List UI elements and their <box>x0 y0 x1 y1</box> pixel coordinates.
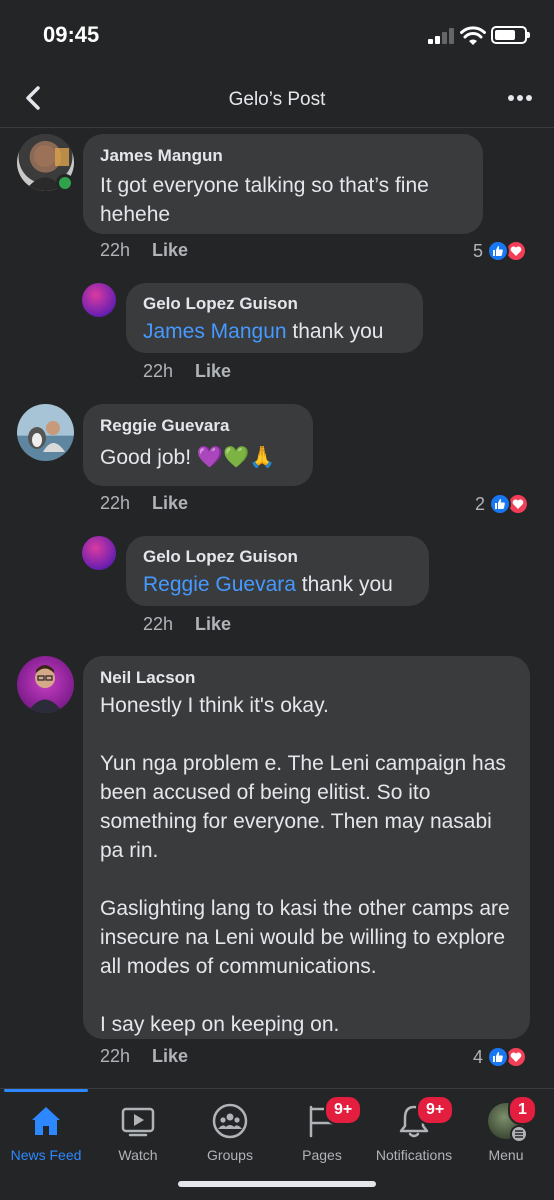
page-title: Gelo’s Post <box>228 89 326 110</box>
reaction-count: 2 <box>475 493 486 514</box>
tab-label: Notifications <box>375 1147 453 1163</box>
status-bar: 09:45 <box>0 0 554 70</box>
comment-bubble[interactable]: Neil Lacson Honestly I think it's okay. … <box>83 656 530 1039</box>
mention-link[interactable]: Reggie Guevara <box>143 573 296 596</box>
tab-label: Pages <box>302 1147 342 1163</box>
tab-label: Watch <box>118 1147 158 1163</box>
avatar[interactable] <box>17 404 74 461</box>
comment-text: James Mangun thank you <box>143 317 407 346</box>
tab-menu[interactable]: 1 Menu <box>460 1089 552 1169</box>
online-status-dot <box>56 174 74 192</box>
like-button[interactable]: Like <box>152 493 188 513</box>
reply-text: thank you <box>286 320 384 343</box>
tab-groups[interactable]: Groups <box>184 1089 276 1169</box>
person-with-dog-icon <box>28 421 65 452</box>
like-reaction-icon <box>487 240 510 262</box>
comment-bubble[interactable]: James Mangun It got everyone talking so … <box>83 134 483 234</box>
person-icon <box>27 665 63 713</box>
comment-text: Honestly I think it's okay. Yun nga prob… <box>100 694 510 1036</box>
comment-bubble[interactable]: Gelo Lopez Guison Reggie Guevara thank y… <box>126 536 429 606</box>
comment-bubble[interactable]: Reggie Guevara Good job! 💜💚🙏 <box>83 404 313 486</box>
notification-badge: 9+ <box>416 1095 455 1125</box>
tab-notifications[interactable]: 9+ Notifications <box>368 1089 460 1169</box>
comment-author[interactable]: Reggie Guevara <box>100 415 297 437</box>
comment-time: 22h <box>143 614 174 634</box>
comment-text: Reggie Guevara thank you <box>143 570 413 599</box>
reaction-count: 5 <box>473 240 484 261</box>
comment-text: Good job! 💜💚🙏 <box>100 446 276 469</box>
home-indicator <box>178 1181 376 1187</box>
like-button[interactable]: Like <box>195 361 231 381</box>
like-button[interactable]: Like <box>195 614 231 634</box>
battery-icon <box>491 26 530 44</box>
active-tab-indicator <box>4 1089 88 1092</box>
status-time: 09:45 <box>43 22 100 47</box>
comment-author[interactable]: Gelo Lopez Guison <box>143 546 413 568</box>
comment-meta: 22h Like <box>100 493 188 514</box>
comment-time: 22h <box>100 240 131 260</box>
tab-pages[interactable]: 9+ Pages <box>276 1089 368 1169</box>
wifi-icon <box>460 26 486 45</box>
tab-label: Groups <box>207 1147 253 1163</box>
reaction-count: 4 <box>473 1046 484 1067</box>
mention-link[interactable]: James Mangun <box>143 320 287 343</box>
tab-watch[interactable]: Watch <box>92 1089 184 1169</box>
reaction-summary[interactable]: 5 <box>473 239 528 263</box>
comment-meta: 22h Like <box>100 1046 188 1067</box>
comment-meta: 22h Like <box>100 240 188 261</box>
comment-bubble[interactable]: Gelo Lopez Guison James Mangun thank you <box>126 283 423 353</box>
like-reaction-icon <box>487 1046 510 1068</box>
comment-author[interactable]: Gelo Lopez Guison <box>143 293 407 315</box>
reaction-summary[interactable]: 4 <box>473 1045 528 1069</box>
menu-lines-icon <box>510 1125 528 1143</box>
tab-label: News Feed <box>10 1147 82 1163</box>
like-button[interactable]: Like <box>152 240 188 260</box>
tab-label: Menu <box>488 1147 524 1163</box>
groups-icon <box>212 1103 248 1139</box>
post-header: Gelo’s Post <box>0 70 554 128</box>
comment-text: It got everyone talking so that’s fine h… <box>100 174 429 226</box>
comment-author[interactable]: Neil Lacson <box>100 667 514 689</box>
notification-badge: 1 <box>508 1095 537 1125</box>
comment-time: 22h <box>143 361 174 381</box>
tab-news-feed[interactable]: News Feed <box>0 1089 92 1169</box>
like-button[interactable]: Like <box>152 1046 188 1066</box>
avatar[interactable] <box>82 283 116 317</box>
comment-meta: 22h Like <box>143 614 231 635</box>
reply-text: thank you <box>295 573 393 596</box>
comment-author[interactable]: James Mangun <box>100 145 467 167</box>
home-icon <box>32 1107 60 1135</box>
more-options-icon[interactable] <box>506 84 534 112</box>
reaction-summary[interactable]: 2 <box>475 492 530 516</box>
watch-icon <box>121 1107 155 1137</box>
like-reaction-icon <box>489 493 512 515</box>
comment-meta: 22h Like <box>143 361 231 382</box>
comment-time: 22h <box>100 493 131 513</box>
comment-time: 22h <box>100 1046 131 1066</box>
signal-icon <box>428 28 456 44</box>
avatar[interactable] <box>17 656 74 713</box>
avatar[interactable] <box>82 536 116 570</box>
notification-badge: 9+ <box>324 1095 363 1125</box>
